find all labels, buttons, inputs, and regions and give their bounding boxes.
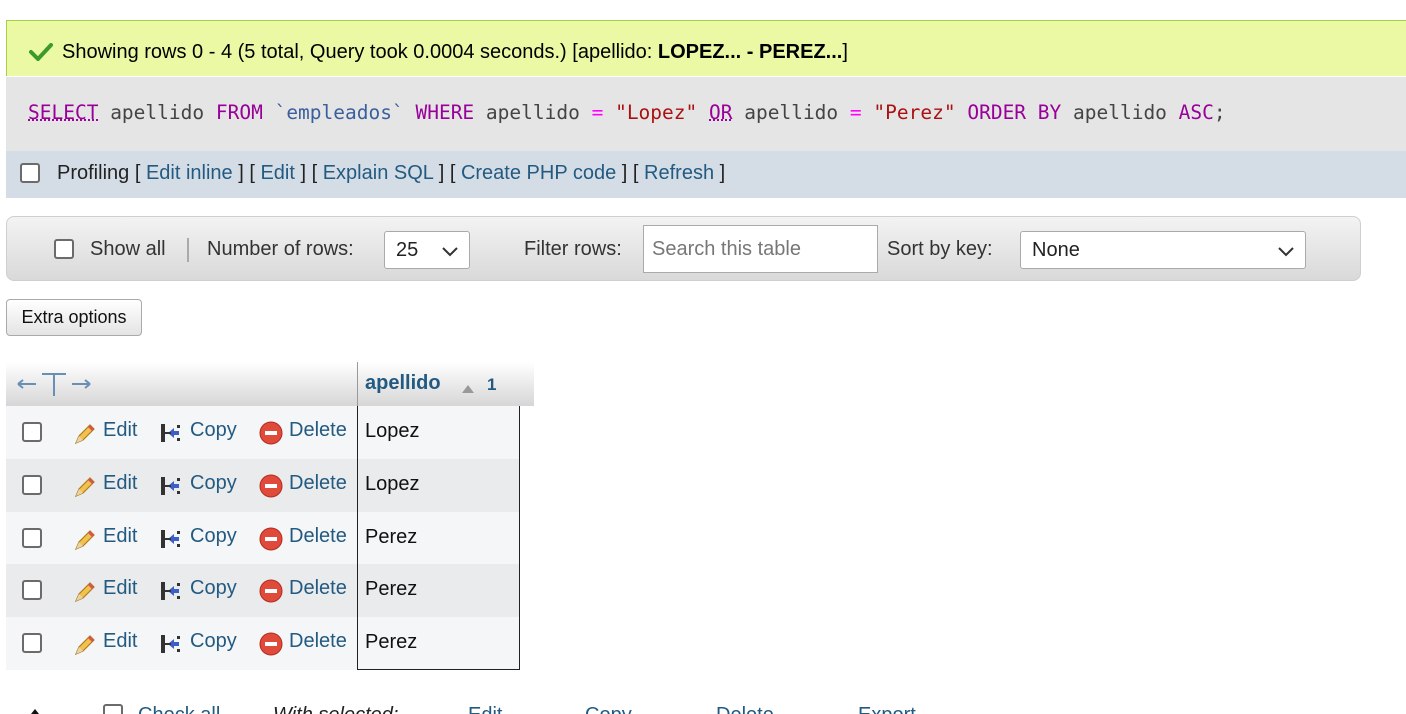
- check-all-checkbox[interactable]: [103, 704, 123, 714]
- filter-rows-label: Filter rows:: [524, 238, 622, 260]
- row-checkbox[interactable]: [22, 580, 42, 601]
- row-delete-label[interactable]: Delete: [289, 472, 347, 495]
- navigation-panel: Show all Number of rows: 25 Filter rows:…: [6, 216, 1361, 281]
- sql-select-keyword[interactable]: SELECT: [28, 101, 98, 124]
- extra-options-button[interactable]: Extra options: [6, 299, 142, 336]
- arrow-up-icon: [24, 702, 46, 714]
- cell-apellido[interactable]: Lopez: [357, 458, 520, 512]
- sort-order-number: 1: [487, 375, 497, 394]
- edit-link[interactable]: Edit: [260, 162, 294, 184]
- table-row: Edit Copy Delete Perez: [6, 564, 520, 618]
- cell-apellido[interactable]: Perez: [357, 617, 520, 671]
- divider: [187, 238, 189, 262]
- row-copy-label[interactable]: Copy: [190, 630, 237, 653]
- row-edit-label[interactable]: Edit: [103, 577, 137, 600]
- sort-asc-icon: [462, 380, 474, 398]
- sort-by-key-label: Sort by key:: [887, 238, 993, 260]
- table-row: Edit Copy Delete Lopez: [6, 458, 520, 512]
- sort-by-key-select[interactable]: None: [1020, 231, 1306, 269]
- row-edit-label[interactable]: Edit: [103, 630, 137, 653]
- column-header-apellido[interactable]: apellido 1: [357, 362, 520, 406]
- chevron-down-icon: [441, 242, 459, 266]
- success-message: Showing rows 0 - 4 (5 total, Query took …: [6, 20, 1406, 76]
- row-delete-label[interactable]: Delete: [289, 577, 347, 600]
- footer-export-button[interactable]: Export: [858, 704, 916, 714]
- sql-query-box: SELECT apellido FROM `empleados` WHERE a…: [6, 77, 1406, 151]
- show-all-checkbox[interactable]: [54, 239, 74, 259]
- column-arrows-icon[interactable]: [16, 370, 92, 405]
- explain-sql-link[interactable]: Explain SQL: [323, 162, 433, 184]
- table-row: Edit Copy Delete Lopez: [6, 406, 520, 459]
- cell-apellido[interactable]: Perez: [357, 564, 520, 618]
- row-checkbox[interactable]: [22, 633, 42, 654]
- refresh-link[interactable]: Refresh: [644, 162, 714, 184]
- row-checkbox[interactable]: [22, 474, 42, 495]
- row-copy-label[interactable]: Copy: [190, 472, 237, 495]
- profiling-label: Profiling: [57, 162, 130, 184]
- row-delete-label[interactable]: Delete: [289, 419, 347, 442]
- cell-apellido[interactable]: Perez: [357, 511, 520, 565]
- row-delete-label[interactable]: Delete: [289, 630, 347, 653]
- footer-delete-button[interactable]: Delete: [716, 704, 774, 714]
- row-copy-label[interactable]: Copy: [190, 525, 237, 548]
- row-copy-label[interactable]: Copy: [190, 419, 237, 442]
- check-all-label[interactable]: Check all: [138, 704, 220, 714]
- row-edit-label[interactable]: Edit: [103, 525, 137, 548]
- edit-inline-link[interactable]: Edit inline: [146, 162, 233, 184]
- number-of-rows-label: Number of rows:: [207, 238, 354, 260]
- sql-query: SELECT apellido FROM `empleados` WHERE a…: [28, 101, 1226, 124]
- row-edit-label[interactable]: Edit: [103, 419, 137, 442]
- rows-per-page-select[interactable]: 25: [384, 231, 470, 269]
- footer-copy-button[interactable]: Copy: [585, 704, 632, 714]
- footer-edit-button[interactable]: Edit: [468, 704, 502, 714]
- cell-apellido[interactable]: Lopez: [357, 406, 520, 459]
- profiling-bar: Profiling [ Edit inline ] [ Edit ] [ Exp…: [6, 151, 1406, 198]
- filter-rows-input[interactable]: [643, 225, 878, 273]
- bulk-actions-bar: Check all With selected: Edit Copy Delet…: [0, 700, 1406, 714]
- row-checkbox[interactable]: [22, 527, 42, 548]
- profiling-checkbox[interactable]: [20, 163, 40, 183]
- row-delete-label[interactable]: Delete: [289, 525, 347, 548]
- table-header-actions: [6, 362, 357, 406]
- check-icon: [29, 43, 53, 66]
- row-copy-label[interactable]: Copy: [190, 577, 237, 600]
- row-edit-label[interactable]: Edit: [103, 472, 137, 495]
- chevron-down-icon: [1277, 242, 1295, 266]
- create-php-code-link[interactable]: Create PHP code: [461, 162, 616, 184]
- result-summary: Showing rows 0 - 4 (5 total, Query took …: [62, 41, 848, 63]
- table-row: Edit Copy Delete Perez: [6, 511, 520, 565]
- sql-or-keyword[interactable]: OR: [709, 101, 732, 124]
- table-row: Edit Copy Delete Perez: [6, 617, 520, 671]
- row-checkbox[interactable]: [22, 422, 42, 442]
- show-all-label: Show all: [90, 238, 166, 260]
- with-selected-label: With selected:: [273, 704, 398, 714]
